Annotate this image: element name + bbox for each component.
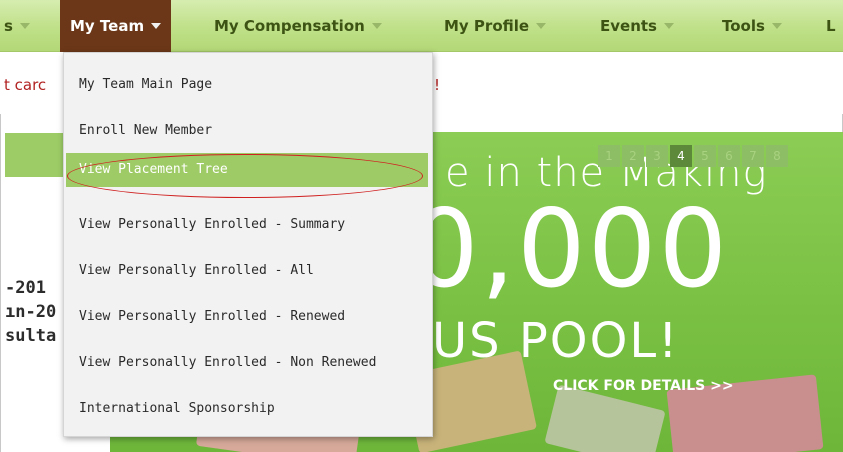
pager-button-current[interactable]: 4 <box>670 145 692 167</box>
nav-item-label: s <box>4 17 13 35</box>
banner-cta-link[interactable]: CLICK FOR DETAILS >> <box>553 378 734 394</box>
nav-item-label: My Team <box>70 17 145 35</box>
pager-button[interactable]: 8 <box>766 145 788 167</box>
nav-item-label: My Compensation <box>214 17 365 35</box>
nav-item-partial-left[interactable]: s <box>4 0 30 52</box>
chevron-down-icon <box>536 23 547 29</box>
nav-item-label: Events <box>600 17 657 35</box>
menu-item-enroll-new-member[interactable]: Enroll New Member <box>79 123 212 138</box>
nav-item-tools[interactable]: Tools <box>722 0 782 52</box>
menu-item-enrolled-non-renewed[interactable]: View Personally Enrolled - Non Renewed <box>79 355 376 370</box>
chevron-down-icon <box>771 23 782 29</box>
pager-button[interactable]: 1 <box>598 145 620 167</box>
nav-item-label: My Profile <box>444 17 530 35</box>
chevron-down-icon <box>371 23 382 29</box>
money-graphic <box>544 384 666 452</box>
nav-item-label: L <box>826 17 836 35</box>
chevron-down-icon <box>663 23 674 29</box>
chevron-down-icon <box>151 23 162 29</box>
menu-item-enrolled-all[interactable]: View Personally Enrolled - All <box>79 263 314 278</box>
menu-item-my-team-main-page[interactable]: My Team Main Page <box>79 77 212 92</box>
nav-item-partial-right[interactable]: L <box>826 0 836 52</box>
highlight-ellipse-annotation <box>67 154 423 198</box>
banner-pager: 1 2 3 4 5 6 7 8 <box>598 145 788 167</box>
banner-pool-text: US POOL! <box>432 313 680 369</box>
pager-button[interactable]: 7 <box>742 145 764 167</box>
pager-button[interactable]: 5 <box>694 145 716 167</box>
chevron-down-icon <box>19 23 30 29</box>
nav-item-my-profile[interactable]: My Profile <box>444 0 547 52</box>
menu-item-international-sponsorship[interactable]: International Sponsorship <box>79 401 275 416</box>
notice-text-left[interactable]: t carc <box>4 76 46 94</box>
top-nav: s My Team My Compensation My Profile Eve… <box>0 0 843 52</box>
left-text-line: sulta <box>5 326 57 346</box>
banner-amount: 0,000 <box>410 187 730 312</box>
menu-item-enrolled-renewed[interactable]: View Personally Enrolled - Renewed <box>79 309 345 324</box>
pager-button[interactable]: 2 <box>622 145 644 167</box>
left-text-line: ın-20 <box>5 302 57 322</box>
notice-text-right[interactable]: ! <box>434 76 440 94</box>
nav-item-my-compensation[interactable]: My Compensation <box>214 0 382 52</box>
my-team-dropdown: My Team Main Page Enroll New Member View… <box>63 52 433 437</box>
nav-item-events[interactable]: Events <box>600 0 674 52</box>
pager-button[interactable]: 3 <box>646 145 668 167</box>
nav-item-label: Tools <box>722 17 765 35</box>
menu-item-enrolled-summary[interactable]: View Personally Enrolled - Summary <box>79 217 345 232</box>
left-text-line: -201 <box>5 278 46 298</box>
nav-item-my-team[interactable]: My Team <box>60 0 172 52</box>
pager-button[interactable]: 6 <box>718 145 740 167</box>
